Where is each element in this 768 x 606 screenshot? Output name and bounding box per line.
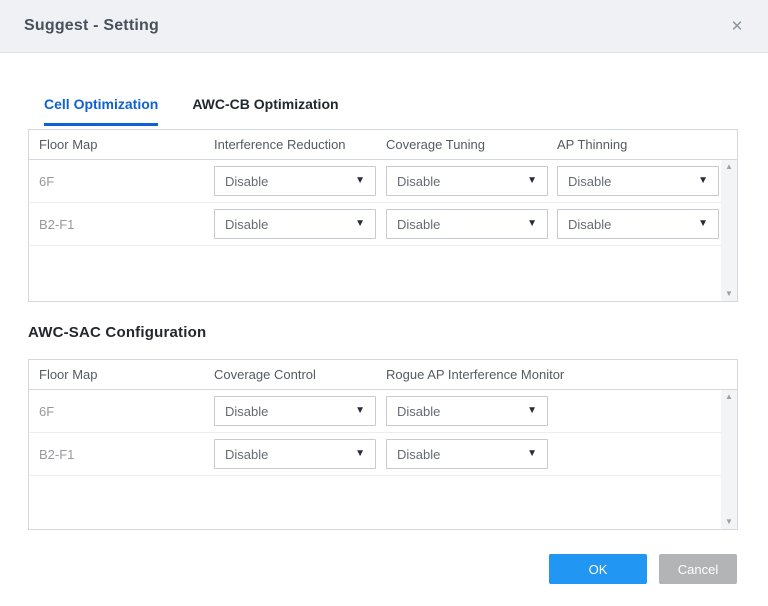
select-value: Disable bbox=[225, 447, 268, 462]
table-body: 6F Disable ▼ Disable ▼ Disable bbox=[29, 160, 737, 301]
coverage-control-select[interactable]: Disable ▼ bbox=[214, 396, 376, 426]
caret-down-icon: ▼ bbox=[527, 449, 537, 459]
table-header-row: Floor Map Interference Reduction Coverag… bbox=[29, 130, 737, 160]
select-value: Disable bbox=[225, 404, 268, 419]
caret-down-icon: ▼ bbox=[355, 406, 365, 416]
awc-sac-table: Floor Map Coverage Control Rogue AP Inte… bbox=[28, 359, 738, 530]
scroll-up-button[interactable]: ▲ bbox=[725, 393, 733, 401]
tab-awc-cb-optimization[interactable]: AWC-CB Optimization bbox=[192, 96, 338, 126]
table-row: B2-F1 Disable ▼ Disable ▼ Disable bbox=[29, 203, 737, 246]
awc-sac-heading: AWC-SAC Configuration bbox=[28, 324, 206, 341]
floor-map-label: 6F bbox=[29, 174, 214, 189]
caret-down-icon: ▼ bbox=[355, 219, 365, 229]
caret-down-icon: ▼ bbox=[698, 219, 708, 229]
vertical-scrollbar[interactable]: ▲ ▼ bbox=[721, 390, 737, 529]
column-header-ap-thinning: AP Thinning bbox=[557, 137, 737, 152]
dialog-title: Suggest - Setting bbox=[24, 0, 159, 52]
tab-bar: Cell Optimization AWC-CB Optimization bbox=[44, 96, 339, 126]
caret-down-icon: ▼ bbox=[355, 449, 365, 459]
ap-thinning-select[interactable]: Disable ▼ bbox=[557, 209, 719, 239]
select-value: Disable bbox=[225, 174, 268, 189]
column-header-rogue-ap-monitor: Rogue AP Interference Monitor bbox=[386, 367, 737, 382]
table-row: 6F Disable ▼ Disable ▼ bbox=[29, 390, 737, 433]
scroll-up-button[interactable]: ▲ bbox=[725, 163, 733, 171]
interference-reduction-select[interactable]: Disable ▼ bbox=[214, 209, 376, 239]
interference-reduction-select[interactable]: Disable ▼ bbox=[214, 166, 376, 196]
close-icon[interactable]: ✕ bbox=[724, 0, 750, 52]
table-row: B2-F1 Disable ▼ Disable ▼ bbox=[29, 433, 737, 476]
ap-thinning-select[interactable]: Disable ▼ bbox=[557, 166, 719, 196]
caret-down-icon: ▼ bbox=[698, 176, 708, 186]
coverage-tuning-select[interactable]: Disable ▼ bbox=[386, 166, 548, 196]
scroll-down-button[interactable]: ▼ bbox=[725, 290, 733, 298]
column-header-floor-map: Floor Map bbox=[29, 137, 214, 152]
select-value: Disable bbox=[225, 217, 268, 232]
suggest-setting-dialog: Suggest - Setting ✕ Cell Optimization AW… bbox=[0, 0, 768, 606]
table-header-row: Floor Map Coverage Control Rogue AP Inte… bbox=[29, 360, 737, 390]
vertical-scrollbar[interactable]: ▲ ▼ bbox=[721, 160, 737, 301]
floor-map-label: 6F bbox=[29, 404, 214, 419]
column-header-floor-map: Floor Map bbox=[29, 367, 214, 382]
select-value: Disable bbox=[397, 174, 440, 189]
floor-map-label: B2-F1 bbox=[29, 447, 214, 462]
floor-map-label: B2-F1 bbox=[29, 217, 214, 232]
cancel-button[interactable]: Cancel bbox=[659, 554, 737, 584]
rogue-ap-monitor-select[interactable]: Disable ▼ bbox=[386, 396, 548, 426]
caret-down-icon: ▼ bbox=[527, 219, 537, 229]
coverage-tuning-select[interactable]: Disable ▼ bbox=[386, 209, 548, 239]
coverage-control-select[interactable]: Disable ▼ bbox=[214, 439, 376, 469]
select-value: Disable bbox=[397, 404, 440, 419]
caret-down-icon: ▼ bbox=[527, 406, 537, 416]
select-value: Disable bbox=[397, 447, 440, 462]
caret-down-icon: ▼ bbox=[527, 176, 537, 186]
select-value: Disable bbox=[397, 217, 440, 232]
column-header-coverage-control: Coverage Control bbox=[214, 367, 386, 382]
table-body: 6F Disable ▼ Disable ▼ B2-F1 bbox=[29, 390, 737, 529]
rogue-ap-monitor-select[interactable]: Disable ▼ bbox=[386, 439, 548, 469]
cell-optimization-table: Floor Map Interference Reduction Coverag… bbox=[28, 129, 738, 302]
column-header-coverage-tuning: Coverage Tuning bbox=[386, 137, 557, 152]
table-row: 6F Disable ▼ Disable ▼ Disable bbox=[29, 160, 737, 203]
column-header-interference-reduction: Interference Reduction bbox=[214, 137, 386, 152]
caret-down-icon: ▼ bbox=[355, 176, 365, 186]
scroll-down-button[interactable]: ▼ bbox=[725, 518, 733, 526]
dialog-header: Suggest - Setting ✕ bbox=[0, 0, 768, 53]
tab-cell-optimization[interactable]: Cell Optimization bbox=[44, 96, 158, 126]
ok-button[interactable]: OK bbox=[549, 554, 647, 584]
select-value: Disable bbox=[568, 174, 611, 189]
select-value: Disable bbox=[568, 217, 611, 232]
